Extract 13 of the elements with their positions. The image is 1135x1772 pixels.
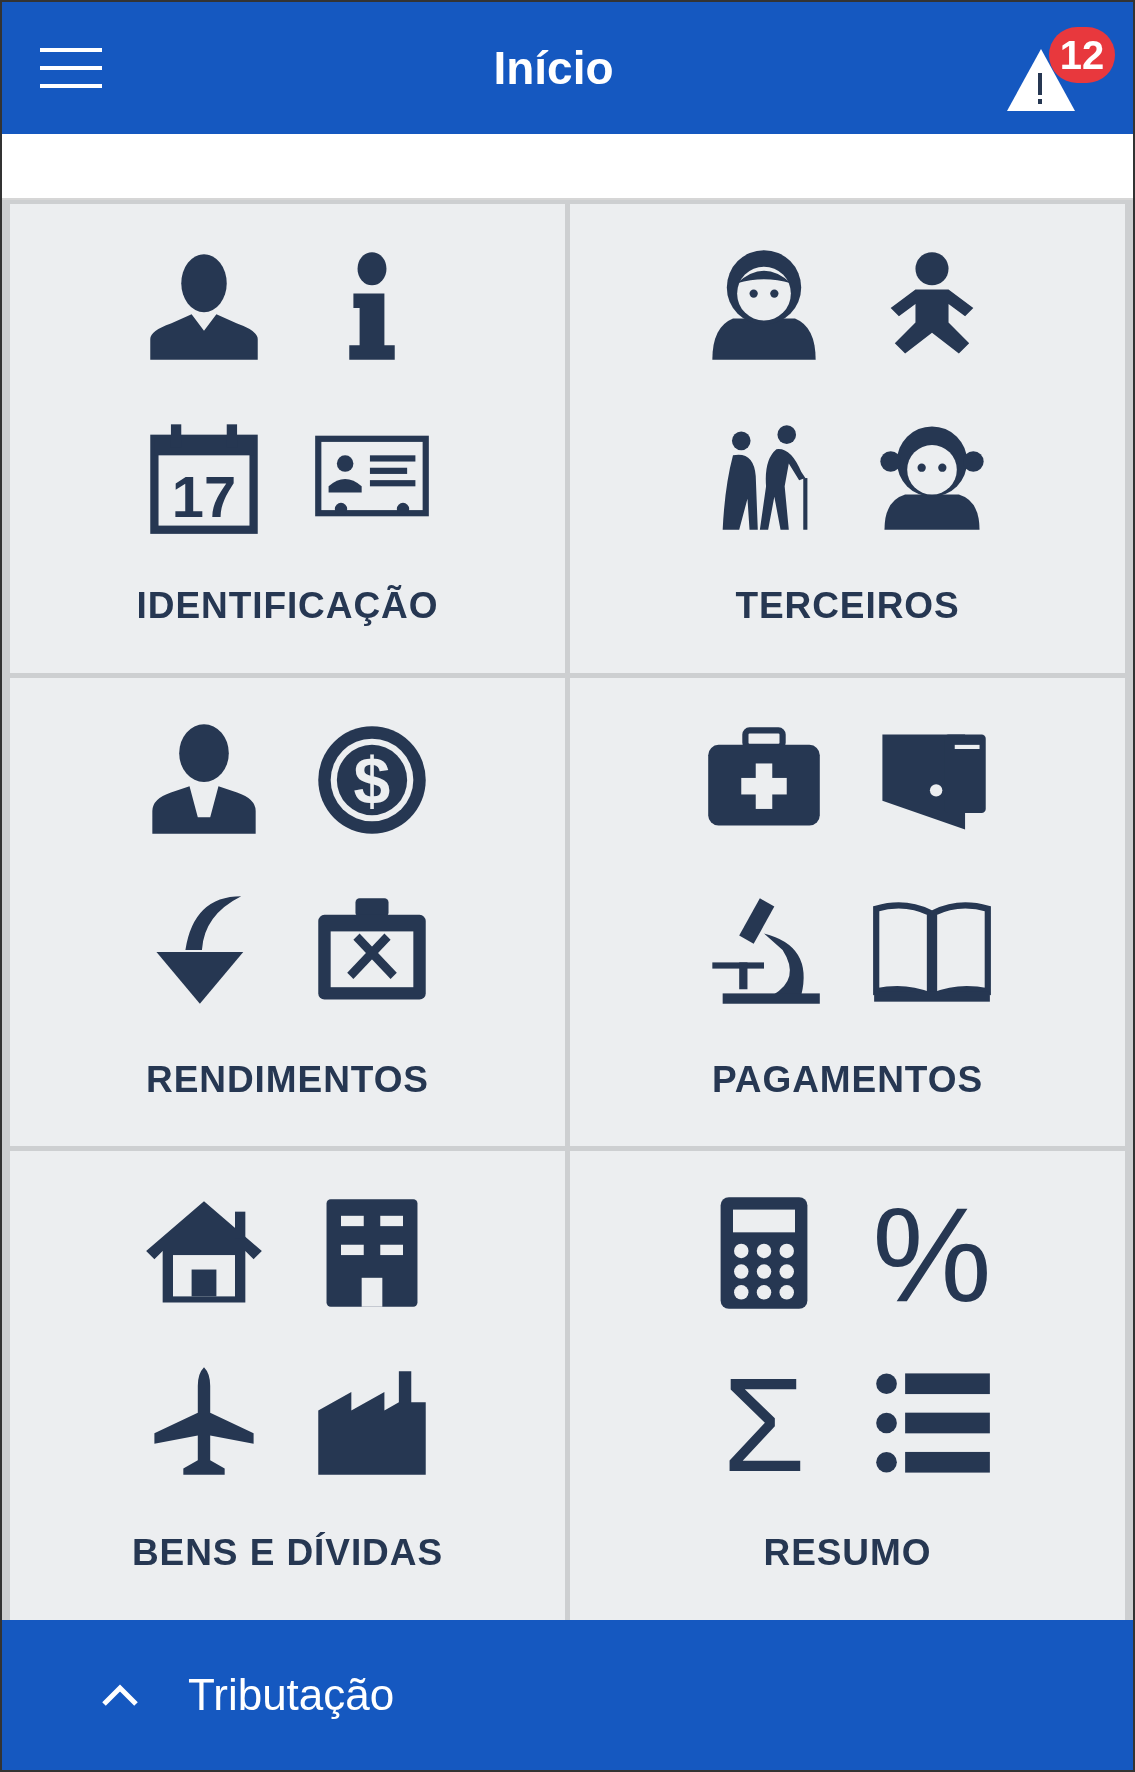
menu-icon[interactable] — [40, 48, 102, 88]
category-tile[interactable]: TERCEIROS — [570, 204, 1125, 673]
category-tile[interactable]: PAGAMENTOS — [570, 677, 1125, 1147]
category-tile[interactable]: 17 IDENTIFICAÇÃO — [10, 204, 565, 673]
category-tile[interactable]: % Σ RESUMO — [570, 1151, 1125, 1620]
percent-icon: % — [869, 1191, 994, 1316]
category-tile[interactable]: BENS E DÍVIDAS — [10, 1151, 565, 1620]
page-title: Início — [493, 40, 614, 96]
chevron-up-icon — [102, 1684, 138, 1706]
alert-count-badge: 12 — [1049, 27, 1115, 83]
taxation-bar[interactable]: Tributação — [2, 1620, 1133, 1770]
sigma-icon: Σ — [701, 1361, 826, 1486]
category-tile[interactable]: $ RENDIMENTOS — [10, 677, 565, 1147]
